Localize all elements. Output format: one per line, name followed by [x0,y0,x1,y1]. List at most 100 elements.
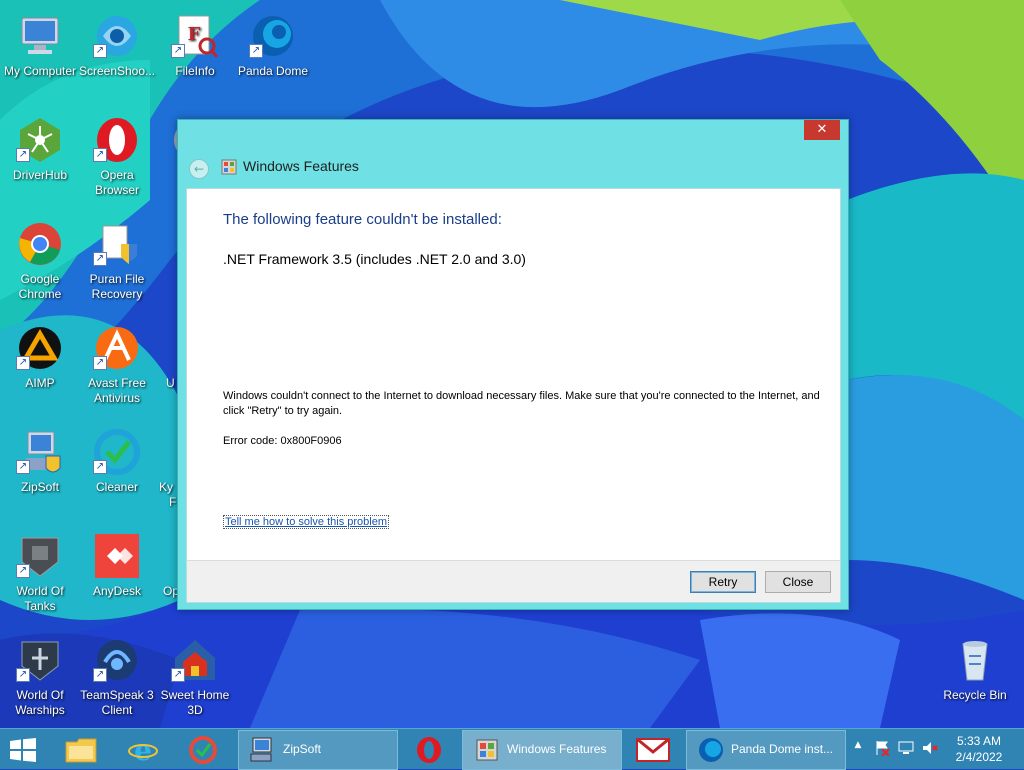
network-icon[interactable] [898,740,914,756]
close-button[interactable]: Close [765,571,831,593]
desktop-icon-label: Ky [159,480,174,494]
desktop-icon-google-chrome[interactable]: Google Chrome [0,214,80,314]
desktop-icon-world-of-tanks[interactable]: ↗ World Of Tanks [0,526,80,626]
desktop-icon-recycle-bin[interactable]: Recycle Bin [935,630,1015,730]
windows-logo-icon [10,738,36,762]
start-button[interactable] [0,730,52,768]
chrome-icon [19,223,61,265]
volume-muted-icon[interactable] [922,740,938,756]
windows-features-icon [221,159,237,175]
desktop-icon-teamspeak[interactable]: ↗ TeamSpeak 3 Client [77,630,157,730]
desktop-icon-label: World Of Warships [15,688,65,717]
taskbar-app-zipsoft[interactable]: ZipSoft [238,730,398,770]
recycle-bin-icon [962,641,988,681]
close-window-button[interactable]: ✕ [804,120,840,140]
desktop-icon-screenshooter[interactable]: ↗ ScreenShoo... [77,6,157,106]
taskbar-internet-explorer[interactable]: e [118,730,170,768]
desktop-icon-zipsoft[interactable]: ↗ ZipSoft [0,422,80,522]
error-code: Error code: 0x800F0906 [223,435,342,447]
taskbar-app-label: Panda Dome inst... [731,742,834,756]
desktop-icon-fileinfo[interactable]: F ↗ FileInfo [155,6,235,106]
clock-time: 5:33 AM [956,734,1002,748]
taskbar-app-label: Windows Features [507,742,607,756]
desktop-icon-label: Panda Dome [237,64,309,78]
windows-features-dialog: ✕ ← Windows Features The following featu… [177,119,849,610]
mail-icon [636,738,670,762]
desktop-icon-label: AIMP [25,376,55,390]
desktop-icon-sweet-home-3d[interactable]: ↗ Sweet Home 3D [155,630,235,730]
retry-button[interactable]: Retry [690,571,756,593]
desktop-icon-aimp[interactable]: ↗ AIMP [0,318,80,418]
taskbar-file-explorer[interactable] [55,730,107,768]
desktop-icon-cleaner[interactable]: ↗ Cleaner [77,422,157,522]
taskbar-cleaner[interactable] [178,730,230,768]
svg-text:e: e [134,735,152,765]
desktop-icon-label: AnyDesk [92,584,142,598]
desktop-icon-label: World Of Tanks [16,584,64,613]
desktop-icon-label: My Computer [3,64,77,78]
shortcut-arrow-icon: ↗ [16,148,30,162]
dialog-content: The following feature couldn't be instal… [186,188,841,562]
shortcut-arrow-icon: ↗ [16,356,30,370]
zipsoft-icon [250,737,272,762]
error-message: Windows couldn't connect to the Internet… [223,390,820,417]
shortcut-arrow-icon: ↗ [171,668,185,682]
desktop-icon-label: ScreenShoo... [78,64,156,78]
computer-icon [21,17,59,54]
desktop-icon-hidden-3[interactable]: Ky F [159,422,179,522]
desktop-icon-label: DriverHub [12,168,67,182]
shortcut-arrow-icon: ↗ [16,668,30,682]
shortcut-arrow-icon: ↗ [93,44,107,58]
action-center-flag-icon[interactable] [874,740,890,756]
desktop-icon-label: TeamSpeak 3 Client [80,688,154,717]
desktop-icon-label: Google Chrome [18,272,62,301]
desktop-icon-label: Recycle Bin [943,688,1007,702]
feature-name: .NET Framework 3.5 (includes .NET 2.0 an… [223,251,526,267]
shortcut-arrow-icon: ↗ [93,252,107,266]
folder-icon [65,738,97,763]
desktop-icon-my-computer[interactable]: My Computer [0,6,80,106]
show-hidden-icons-button[interactable]: ▲ [850,740,866,756]
internet-explorer-icon: e [128,735,158,765]
panda-dome-icon [699,738,723,762]
back-arrow-icon[interactable]: ← [189,159,209,179]
taskbar-app-windows-features[interactable]: Windows Features [462,730,622,770]
taskbar-mail[interactable] [628,730,680,768]
desktop-icon-label: ZipSoft [20,480,59,494]
shortcut-arrow-icon: ↗ [249,44,263,58]
desktop-icon-puran-file-recovery[interactable]: ↗ Puran File Recovery [77,214,157,314]
shortcut-arrow-icon: ↗ [93,148,107,162]
desktop-icon-opera[interactable]: ↗ Opera Browser [77,110,157,210]
shortcut-arrow-icon: ↗ [93,668,107,682]
clock-date: 2/4/2022 [955,750,1003,764]
desktop-icon-label: Cleaner [95,480,139,494]
desktop-icon-anydesk[interactable]: AnyDesk [77,526,157,626]
system-clock[interactable]: 5:33 AM 2/4/2022 [944,733,1014,765]
taskbar-app-panda-dome-installer[interactable]: Panda Dome inst... [686,730,846,770]
cleaner-icon [189,736,217,764]
svg-text:F: F [188,24,201,45]
shortcut-arrow-icon: ↗ [93,460,107,474]
help-link[interactable]: Tell me how to solve this problem [223,515,390,529]
shortcut-arrow-icon: ↗ [171,44,185,58]
windows-features-icon [476,739,498,761]
desktop-icon-avast[interactable]: ↗ Avast Free Antivirus [77,318,157,418]
opera-icon [417,737,441,763]
desktop-icon-label: Puran File Recovery [89,272,145,301]
error-heading: The following feature couldn't be instal… [223,211,502,228]
taskbar-opera[interactable] [404,730,456,768]
anydesk-icon [95,534,139,578]
shortcut-arrow-icon: ↗ [16,460,30,474]
shortcut-arrow-icon: ↗ [16,564,30,578]
shortcut-arrow-icon: ↗ [93,356,107,370]
desktop-icon-label: FileInfo [175,64,215,78]
dialog-title: Windows Features [243,158,359,174]
desktop-icon-driverhub[interactable]: ↗ DriverHub [0,110,80,210]
desktop-icon-world-of-warships[interactable]: ↗ World Of Warships [0,630,80,730]
desktop-icon-label: Avast Free Antivirus [88,376,146,405]
taskbar: e ZipSoft Windows Features Panda Dome in… [0,728,1024,770]
desktop-icon-label: Sweet Home 3D [160,688,230,717]
taskbar-app-label: ZipSoft [283,742,322,756]
desktop-icon-label: Opera Browser [94,168,139,197]
desktop-icon-panda-dome[interactable]: ↗ Panda Dome [233,6,313,106]
